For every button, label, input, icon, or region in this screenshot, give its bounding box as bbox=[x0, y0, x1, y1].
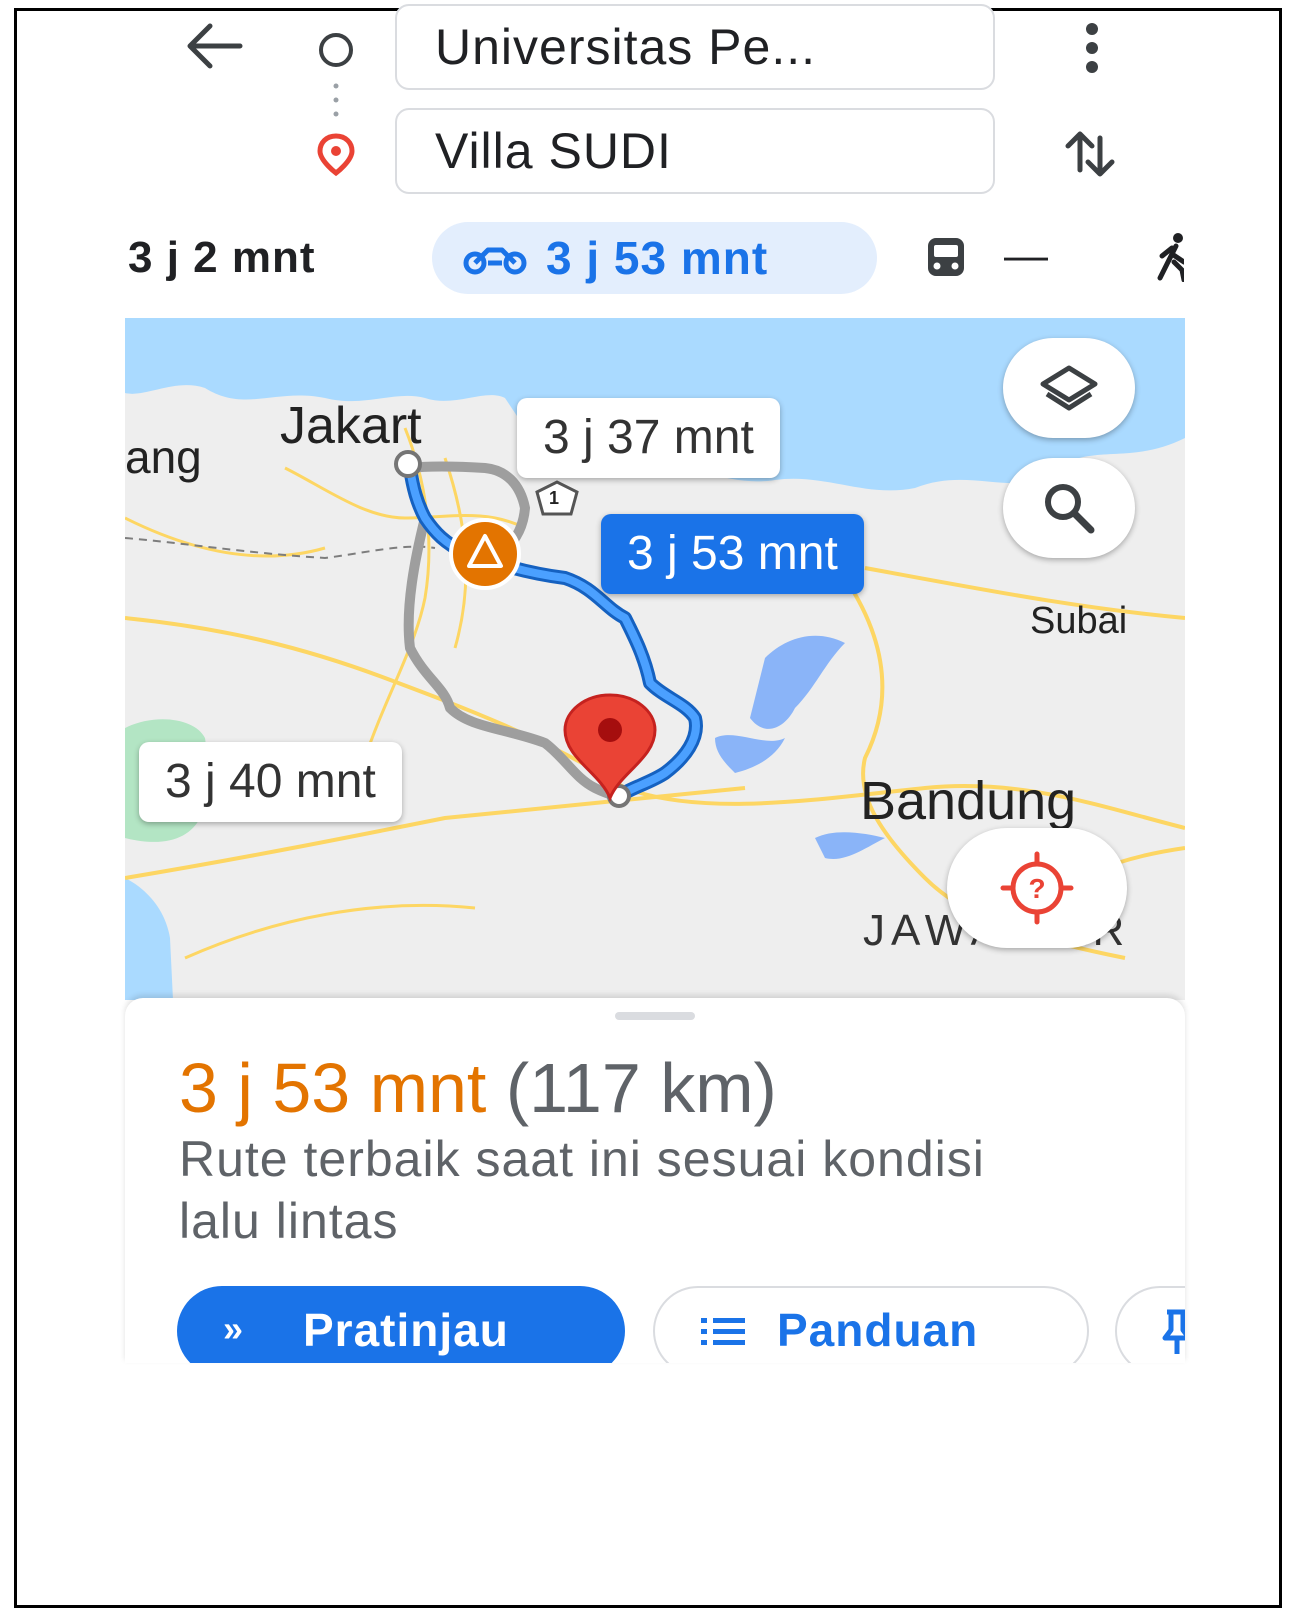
route-callout-selected[interactable]: 3 j 53 mnt bbox=[601, 514, 864, 594]
steps-label: Panduan bbox=[777, 1304, 979, 1356]
tab-walk[interactable] bbox=[1154, 232, 1184, 287]
steps-button[interactable]: Panduan bbox=[653, 1286, 1089, 1363]
search-button[interactable] bbox=[1003, 458, 1135, 558]
preview-label: Pratinjau bbox=[303, 1304, 509, 1356]
motorcycle-duration: 3 j 53 mnt bbox=[546, 232, 769, 284]
sheet-drag-handle[interactable] bbox=[615, 1012, 695, 1020]
tab-drive[interactable]: 3 j 2 mnt bbox=[128, 228, 316, 288]
pin-button[interactable] bbox=[1115, 1286, 1185, 1363]
map-label-subang: Subai bbox=[1030, 600, 1128, 642]
map-view[interactable]: ang Jakart Subai Bandung JAWA BAR 1 3 j … bbox=[125, 318, 1185, 1000]
map-label-tangerang: ang bbox=[125, 431, 202, 483]
route-summary: 3 j 53 mnt (117 km) bbox=[179, 1038, 777, 1138]
fast-forward-icon: » bbox=[223, 1308, 244, 1349]
route-description: Rute terbaik saat ini sesuai kondisi lal… bbox=[179, 1131, 985, 1249]
origin-circle-icon bbox=[316, 30, 356, 70]
location-unknown-icon: ? bbox=[1000, 851, 1074, 925]
layers-button[interactable] bbox=[1003, 338, 1135, 438]
swap-direction-icon[interactable] bbox=[1060, 124, 1120, 184]
route-distance: (117 km) bbox=[505, 1049, 777, 1127]
layers-icon bbox=[1040, 365, 1098, 411]
tab-transit[interactable] bbox=[924, 236, 968, 285]
route-connector-dots bbox=[333, 82, 339, 122]
transit-icon bbox=[928, 238, 964, 276]
origin-input[interactable]: Universitas Pe... bbox=[395, 4, 995, 90]
travel-mode-tabs: 3 j 2 mnt 3 j 53 mnt — bbox=[124, 222, 1184, 294]
walking-icon bbox=[1157, 233, 1184, 283]
my-location-button[interactable]: ? bbox=[947, 828, 1127, 948]
destination-pin-icon bbox=[312, 130, 360, 178]
route-callout-alt-1[interactable]: 3 j 37 mnt bbox=[517, 398, 780, 478]
more-options-icon[interactable] bbox=[1074, 20, 1110, 76]
svg-text:?: ? bbox=[1028, 873, 1045, 904]
map-label-jakarta: Jakart bbox=[280, 397, 422, 455]
map-label-bandung: Bandung bbox=[860, 771, 1077, 831]
list-icon bbox=[701, 1318, 745, 1345]
tab-motorcycle[interactable]: 3 j 53 mnt bbox=[432, 222, 877, 294]
road-shield-label: 1 bbox=[549, 488, 560, 508]
route-duration: 3 j 53 mnt bbox=[179, 1049, 487, 1127]
transit-duration: — bbox=[1004, 231, 1048, 280]
search-icon bbox=[1045, 484, 1095, 534]
back-arrow-icon[interactable] bbox=[182, 18, 246, 74]
route-details-sheet[interactable]: 3 j 53 mnt (117 km) Rute terbaik saat in… bbox=[125, 998, 1185, 1363]
drive-duration: 3 j 2 mnt bbox=[128, 233, 316, 282]
pin-icon bbox=[1162, 1309, 1185, 1354]
motorcycle-icon bbox=[463, 247, 527, 275]
preview-button[interactable]: » Pratinjau bbox=[177, 1286, 625, 1363]
destination-input[interactable]: Villa SUDI bbox=[395, 108, 995, 194]
route-callout-alt-2[interactable]: 3 j 40 mnt bbox=[139, 742, 402, 822]
